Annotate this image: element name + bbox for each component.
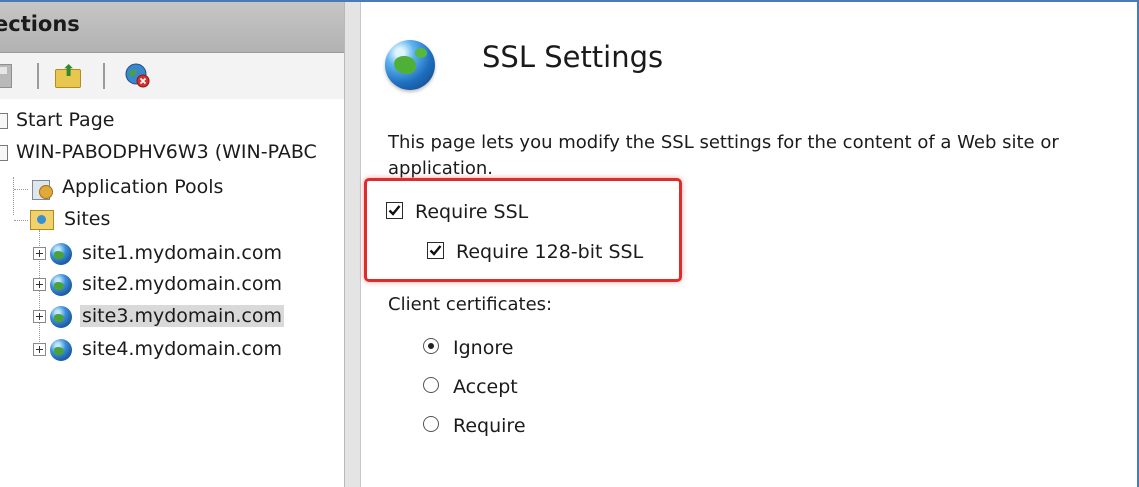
up-folder-icon[interactable]: ⬆	[55, 61, 81, 88]
connections-toolbar: ⬆	[0, 53, 344, 99]
globe-icon	[50, 338, 72, 361]
radio-unselected-icon[interactable]	[423, 415, 439, 432]
checkbox-checked-icon[interactable]	[386, 202, 403, 219]
tree-line	[13, 177, 14, 215]
require-ssl-label: Require SSL	[415, 201, 529, 223]
server-icon	[0, 144, 8, 161]
require-128-bit-ssl-checkbox[interactable]: Require 128-bit SSL	[427, 240, 643, 264]
save-icon[interactable]	[0, 64, 12, 88]
tree-item-site4[interactable]: site4.mydomain.com	[33, 335, 284, 363]
expand-icon[interactable]	[33, 247, 46, 260]
require-128-bit-ssl-label: Require 128-bit SSL	[456, 241, 644, 263]
checkbox-checked-icon[interactable]	[427, 242, 444, 259]
connections-title: ections	[0, 12, 80, 36]
expand-icon[interactable]	[33, 343, 46, 356]
radio-selected-icon[interactable]	[423, 337, 439, 354]
page-title: SSL Settings	[482, 40, 664, 74]
tree-item-site3[interactable]: site3.mydomain.com	[33, 302, 284, 330]
expand-icon[interactable]	[33, 310, 46, 323]
tree-item-site1[interactable]: site1.mydomain.com	[33, 239, 284, 267]
client-certificates-label: Client certificates:	[388, 294, 553, 315]
app-pool-icon	[30, 177, 53, 200]
connections-pane: ections ⬆ Start Page WIN-PABODPHV6W3 (WI…	[0, 2, 344, 487]
require-ssl-checkbox[interactable]: Require SSL	[386, 200, 528, 224]
radio-require-label: Require	[453, 415, 526, 437]
pane-splitter[interactable]	[344, 2, 361, 487]
toolbar-separator	[37, 63, 39, 89]
tree-item-start-page[interactable]: Start Page	[0, 106, 116, 134]
globe-icon	[50, 273, 72, 296]
page-icon	[0, 112, 8, 129]
tree-item-sites[interactable]: Sites	[30, 205, 112, 233]
tree-item-site2[interactable]: site2.mydomain.com	[33, 270, 284, 298]
radio-accept[interactable]: Accept	[423, 375, 518, 399]
highlight-box	[364, 178, 682, 282]
radio-require[interactable]: Require	[423, 414, 526, 438]
tree-line	[14, 189, 28, 190]
disconnect-icon[interactable]	[124, 62, 151, 89]
globe-icon	[50, 305, 72, 328]
ssl-settings-pane: SSL Settings This page lets you modify t…	[361, 2, 1137, 487]
sites-folder-icon	[30, 209, 54, 230]
tree-item-server[interactable]: WIN-PABODPHV6W3 (WIN-PABC	[0, 138, 319, 166]
globe-icon	[50, 242, 72, 265]
toolbar-separator	[103, 63, 105, 89]
expand-icon[interactable]	[33, 278, 46, 291]
radio-ignore-label: Ignore	[453, 337, 514, 359]
radio-unselected-icon[interactable]	[423, 376, 439, 393]
connections-header: ections	[0, 2, 344, 53]
tree-line	[14, 220, 28, 221]
radio-accept-label: Accept	[453, 376, 518, 398]
radio-ignore[interactable]: Ignore	[423, 336, 513, 360]
tree-item-application-pools[interactable]: Application Pools	[30, 173, 225, 201]
ssl-globe-icon	[385, 40, 435, 90]
iis-manager-window: ections ⬆ Start Page WIN-PABODPHV6W3 (WI…	[0, 0, 1139, 487]
page-description: This page lets you modify the SSL settin…	[388, 132, 1059, 179]
